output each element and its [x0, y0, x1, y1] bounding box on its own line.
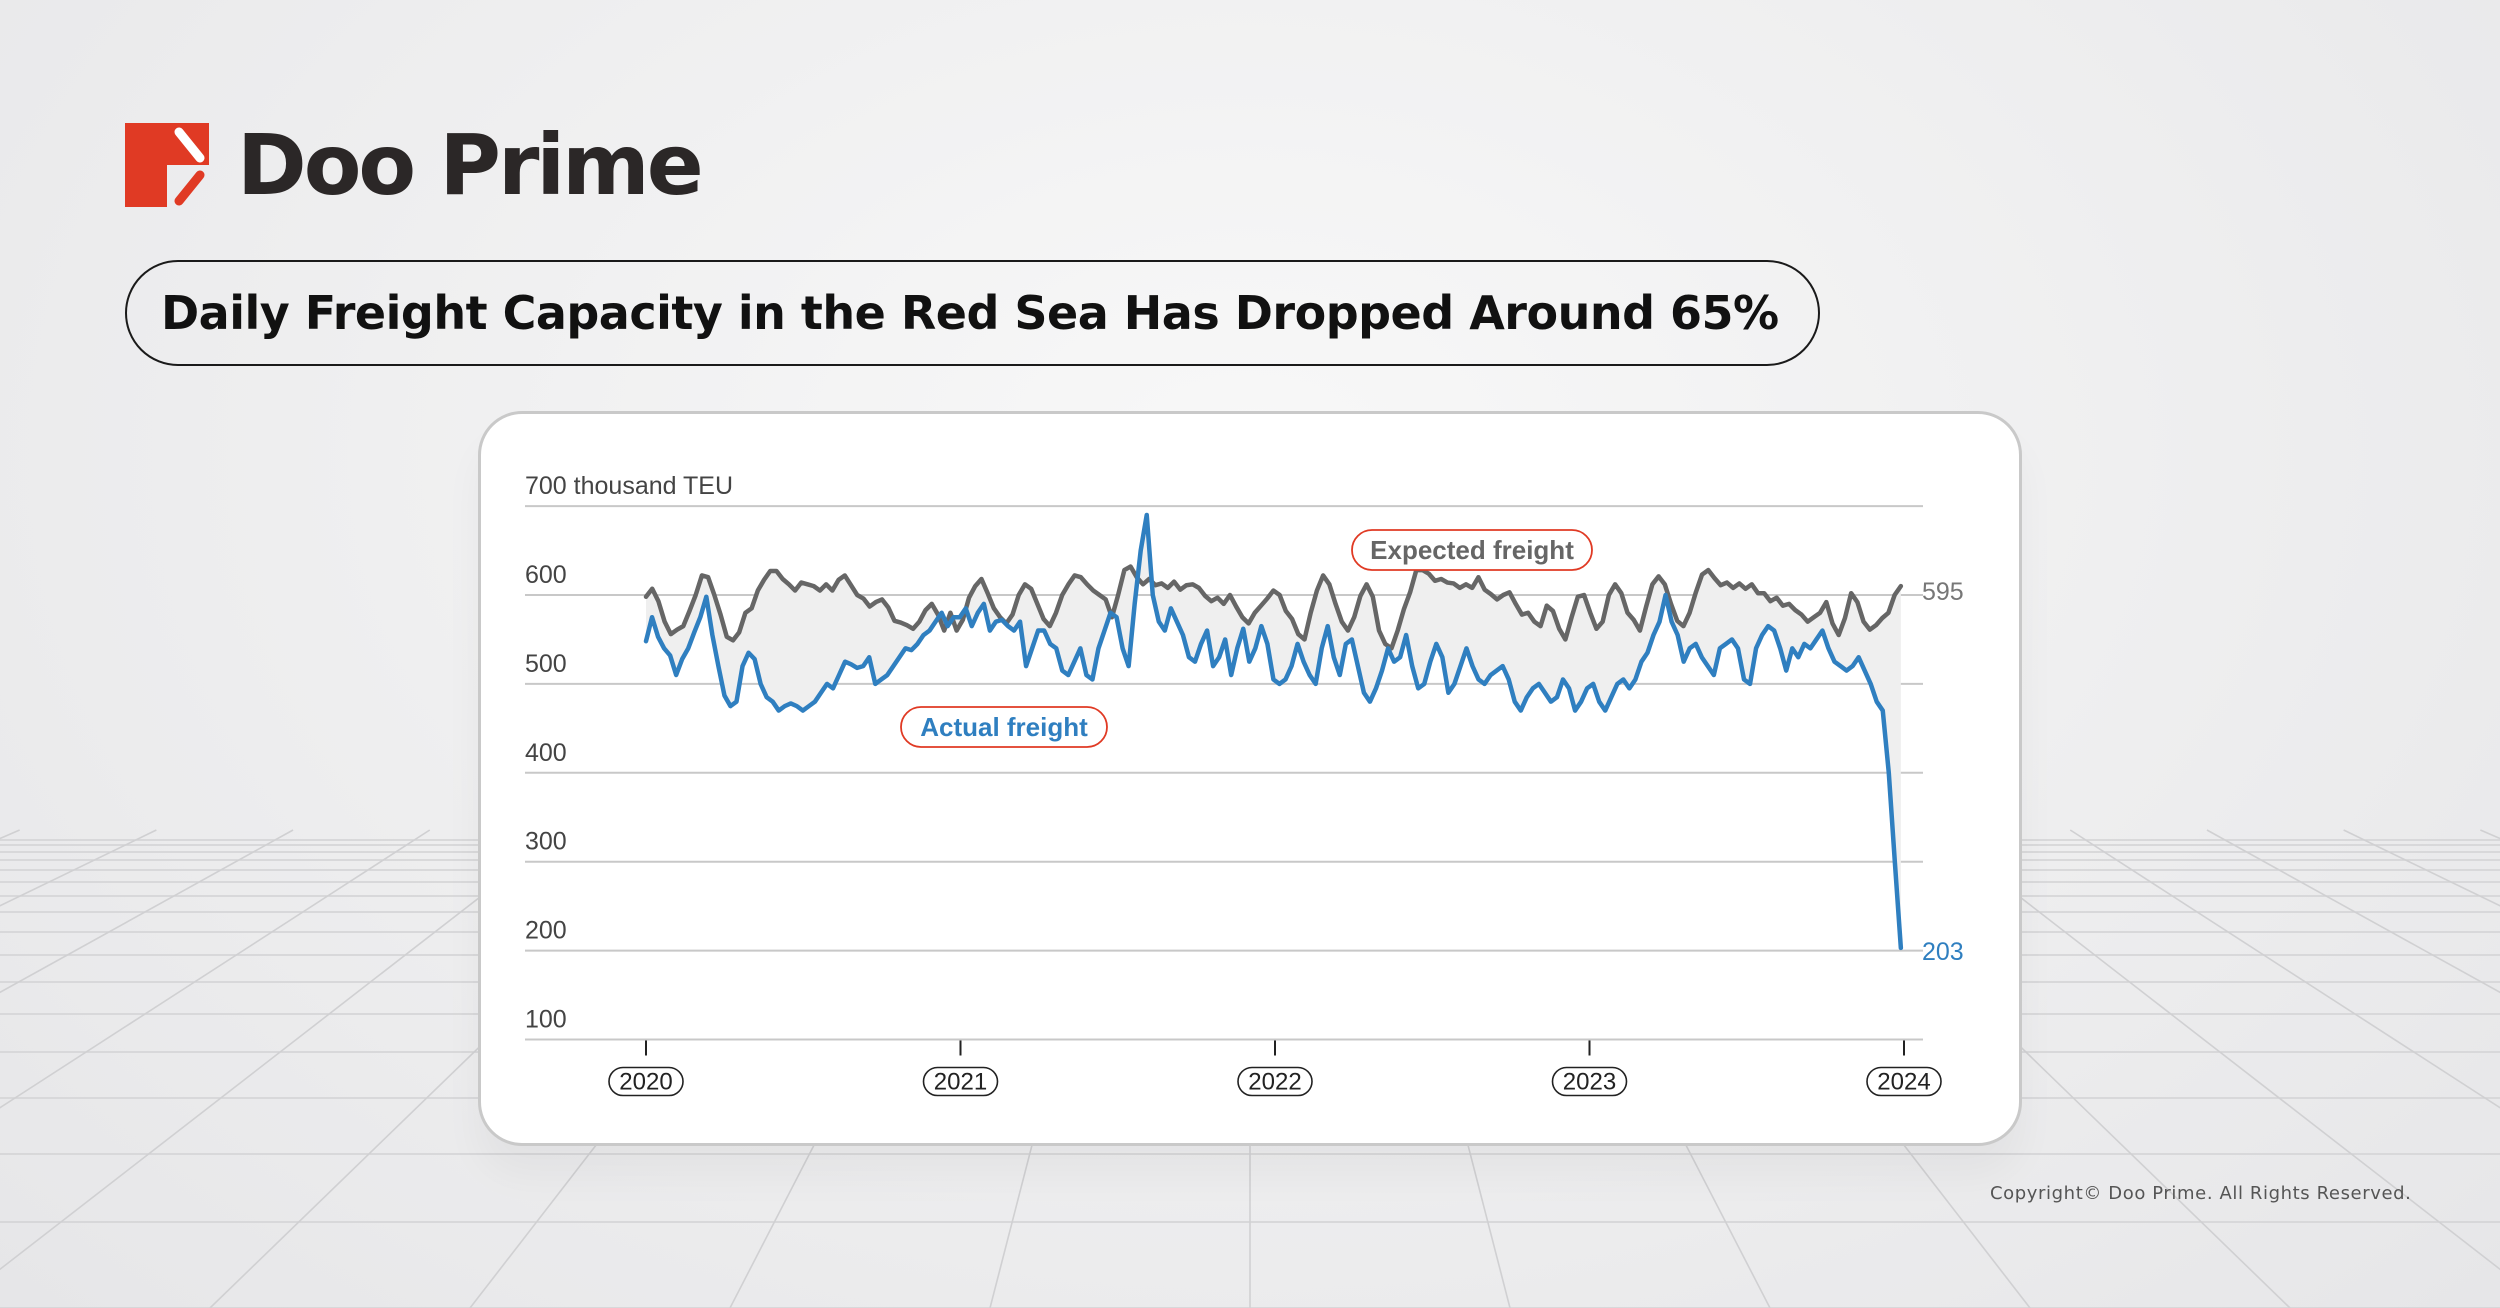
y-tick-label-700: 700 thousand TEU [525, 472, 733, 500]
y-tick-label-400: 400 [525, 739, 567, 767]
x-tick-label-2024: 2024 [1877, 1069, 1930, 1096]
expected-end-label: 595 [1922, 578, 1964, 606]
actual-freight-annotation-label: Actual freight [920, 712, 1088, 742]
y-tick-label-200: 200 [525, 917, 567, 945]
x-tick-label-2020: 2020 [619, 1069, 672, 1096]
y-tick-label-500: 500 [525, 650, 567, 678]
gap-fill-area [646, 514, 1901, 948]
x-tick-label-2023: 2023 [1563, 1069, 1616, 1096]
expected-freight-annotation-label: Expected freight [1370, 535, 1574, 565]
y-tick-label-600: 600 [525, 561, 567, 589]
x-tick-label-2022: 2022 [1248, 1069, 1301, 1096]
y-tick-label-300: 300 [525, 828, 567, 856]
y-tick-label-100: 100 [525, 1006, 567, 1034]
freight-line-chart: 100 200 300 400 500 600 700 thousand TEU 2020 20… [525, 472, 1964, 1097]
actual-end-label: 203 [1922, 938, 1964, 966]
x-tick-label-2021: 2021 [934, 1069, 987, 1096]
copyright-notice: Copyright© Doo Prime. All Rights Reserve… [1990, 1183, 2412, 1204]
